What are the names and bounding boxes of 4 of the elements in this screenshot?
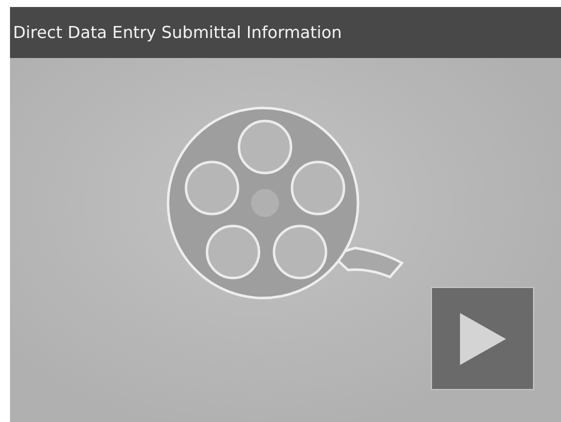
play-button[interactable] bbox=[431, 287, 534, 390]
film-reel-icon bbox=[166, 106, 404, 300]
video-title: Direct Data Entry Submittal Information bbox=[13, 23, 342, 42]
play-icon bbox=[460, 312, 506, 364]
